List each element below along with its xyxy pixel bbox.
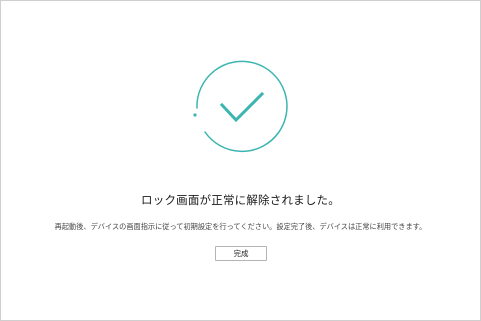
done-button[interactable]: 完成 bbox=[215, 246, 267, 261]
success-dialog: ロック画面が正常に解除されました。 再起動後、デバイスの画面指示に従って初期設定… bbox=[0, 0, 481, 321]
success-check-graphic bbox=[189, 54, 293, 158]
restart-instruction-text: 再起動後、デバイスの画面指示に従って初期設定を行ってください。設定完了後、デバイ… bbox=[54, 222, 427, 231]
checkmark-circle-icon bbox=[193, 60, 288, 153]
unlock-success-title: ロック画面が正常に解除されました。 bbox=[141, 193, 340, 207]
